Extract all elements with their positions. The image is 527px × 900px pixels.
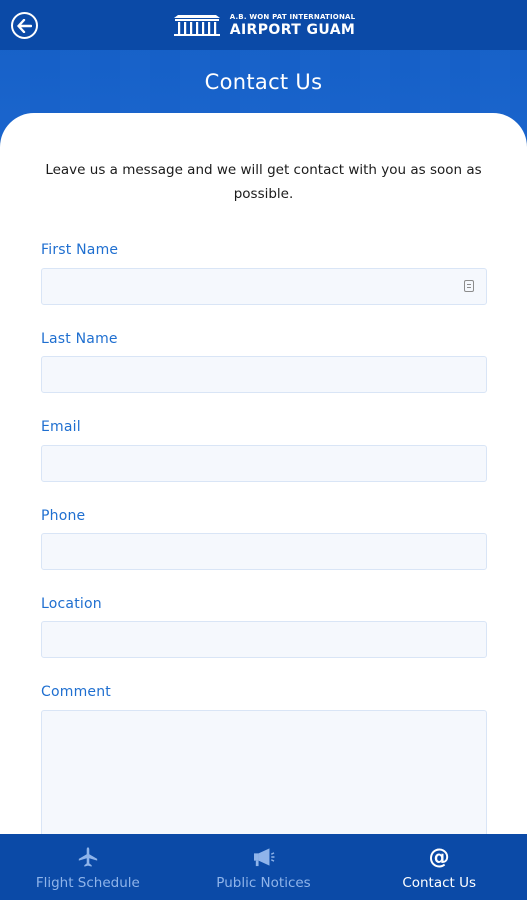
phone-input[interactable] — [41, 533, 487, 570]
nav-public-notices[interactable]: Public Notices — [176, 834, 352, 900]
comment-label: Comment — [41, 684, 111, 700]
intro-text: Leave us a message and we will get conta… — [45, 162, 482, 202]
page-title: Contact Us — [204, 70, 323, 94]
first-name-input[interactable] — [41, 268, 487, 305]
nav-contact-us[interactable]: @ Contact Us — [351, 834, 527, 900]
megaphone-icon — [253, 845, 275, 869]
phone-label: Phone — [41, 508, 86, 524]
at-sign-icon: @ — [428, 844, 450, 869]
first-name-label: First Name — [41, 242, 119, 258]
last-name-input[interactable] — [41, 356, 487, 393]
email-input[interactable] — [41, 445, 487, 482]
contact-form-card: Leave us a message and we will get conta… — [0, 113, 527, 834]
nav-flight-schedule[interactable]: Flight Schedule — [0, 834, 176, 900]
top-bar: A.B. WON PAT INTERNATIONAL AIRPORT GUAM — [0, 0, 527, 50]
email-label: Email — [41, 419, 81, 435]
location-label: Location — [41, 596, 102, 612]
last-name-label: Last Name — [41, 331, 118, 347]
location-input[interactable] — [41, 621, 487, 658]
arrow-left-icon — [17, 18, 32, 33]
back-button[interactable] — [11, 12, 38, 39]
airport-logo: A.B. WON PAT INTERNATIONAL AIRPORT GUAM — [172, 13, 356, 37]
terminal-logo-icon — [173, 15, 220, 36]
airplane-icon — [77, 845, 99, 869]
nav-label-public-notices: Public Notices — [216, 875, 311, 891]
bottom-nav: Flight Schedule Public Notices @ Contact… — [0, 834, 527, 900]
nav-label-flight-schedule: Flight Schedule — [35, 875, 140, 891]
autofill-contact-icon[interactable] — [464, 280, 474, 292]
nav-label-contact-us: Contact Us — [402, 875, 477, 891]
logo-subtitle: A.B. WON PAT INTERNATIONAL — [229, 12, 356, 21]
comment-textarea[interactable] — [41, 710, 487, 834]
logo-title: AIRPORT GUAM — [229, 21, 356, 38]
